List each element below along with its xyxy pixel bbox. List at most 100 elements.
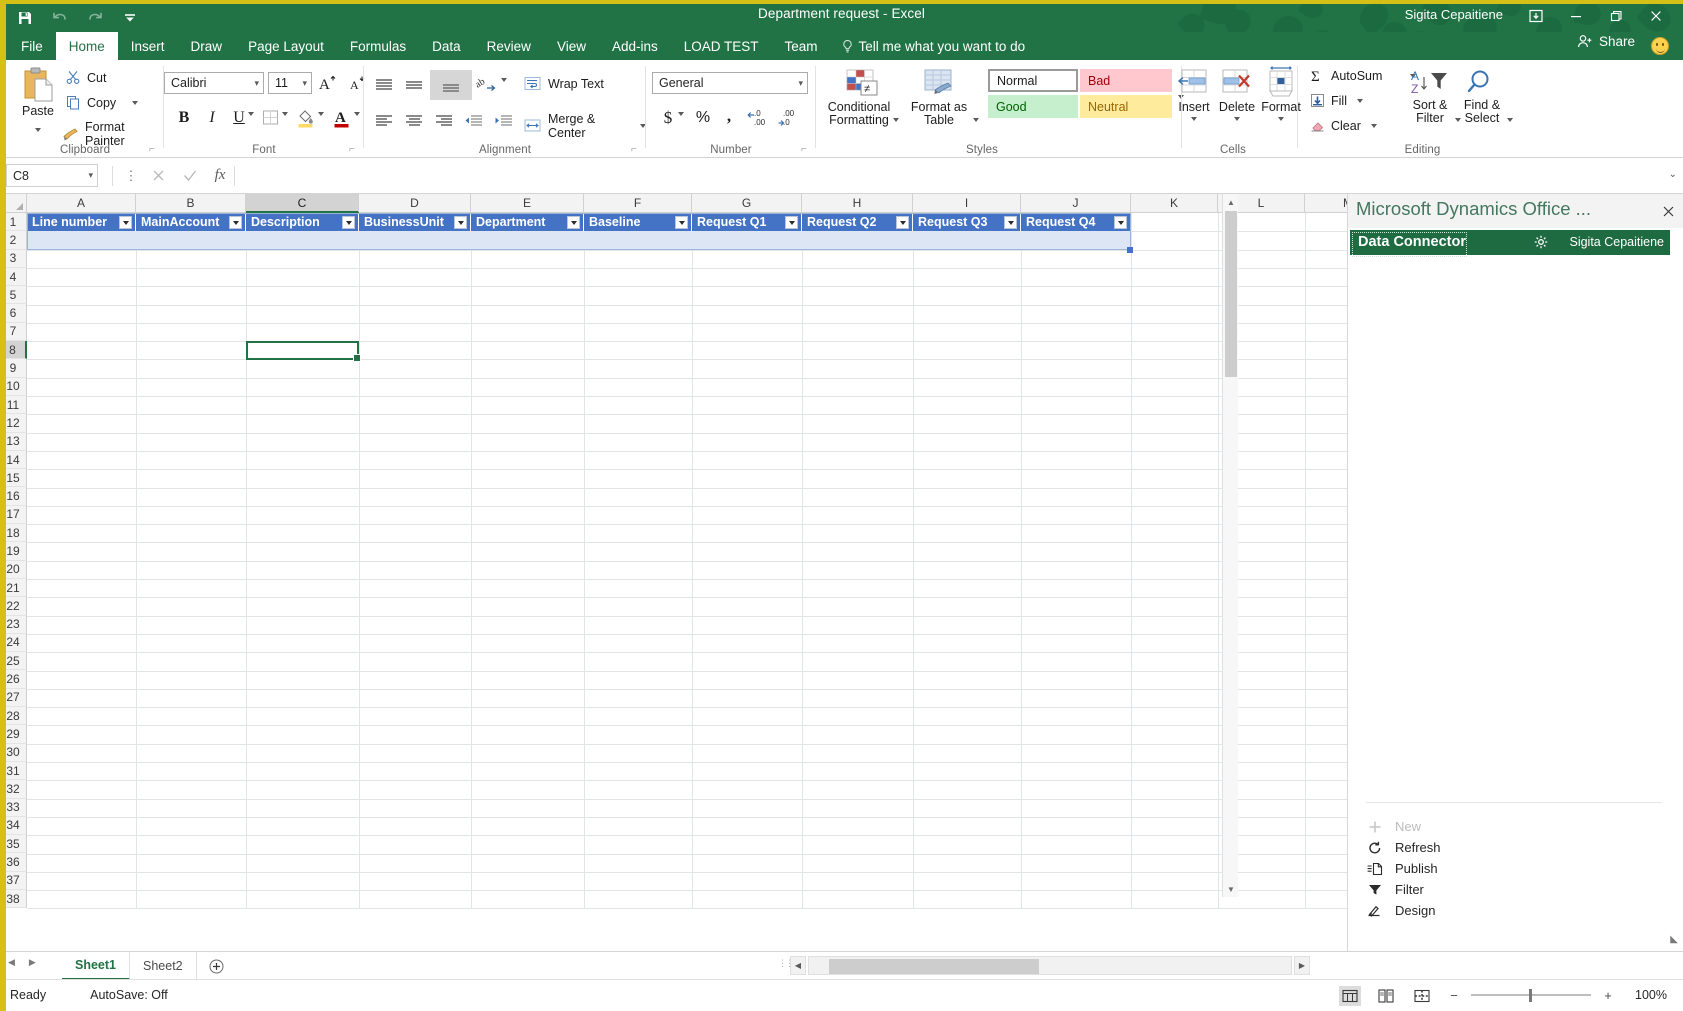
- alignment-dialog-launcher[interactable]: ⌐: [631, 144, 642, 155]
- format-cells-button[interactable]: Format: [1260, 66, 1302, 121]
- filter-dropdown-icon[interactable]: [229, 216, 242, 229]
- column-header-E[interactable]: E: [471, 194, 584, 213]
- delete-cells-button[interactable]: Delete: [1216, 68, 1258, 121]
- gear-icon[interactable]: [1534, 235, 1548, 252]
- italic-button[interactable]: I: [200, 106, 224, 130]
- name-box[interactable]: C8 ▾: [6, 164, 98, 187]
- align-top-button[interactable]: [372, 74, 396, 96]
- find-select-dropdown-icon[interactable]: [1507, 118, 1513, 122]
- filter-dropdown-icon[interactable]: [454, 216, 467, 229]
- align-center-button[interactable]: [402, 110, 426, 132]
- delete-dropdown-icon[interactable]: [1234, 117, 1240, 121]
- filter-action[interactable]: Filter: [1366, 879, 1666, 900]
- expand-formula-bar-icon[interactable]: ⌄: [1669, 169, 1677, 180]
- new-action[interactable]: New: [1366, 816, 1666, 837]
- tab-load-test[interactable]: LOAD TEST: [671, 32, 772, 60]
- autosum-button[interactable]: Σ AutoSum: [1310, 68, 1417, 83]
- table-resize-handle[interactable]: [1127, 246, 1133, 253]
- split-grip[interactable]: ⋮⋮: [778, 958, 794, 974]
- copy-dropdown-icon[interactable]: [132, 100, 139, 105]
- style-neutral[interactable]: Neutral: [1080, 95, 1172, 118]
- align-bottom-button[interactable]: [430, 70, 472, 100]
- format-as-table-dropdown-icon[interactable]: [973, 118, 979, 122]
- tab-file[interactable]: File: [8, 32, 56, 60]
- font-size-input[interactable]: 11 ▾: [268, 72, 312, 94]
- publish-action[interactable]: Publish: [1366, 858, 1666, 879]
- increase-font-size-button[interactable]: A: [316, 71, 340, 95]
- tab-data[interactable]: Data: [419, 32, 474, 60]
- page-layout-view-icon[interactable]: [1375, 986, 1397, 1006]
- font-name-dropdown-icon[interactable]: ▾: [254, 78, 259, 89]
- column-header-A[interactable]: A: [27, 194, 136, 213]
- cut-button[interactable]: Cut: [66, 70, 106, 85]
- style-good[interactable]: Good: [988, 95, 1078, 118]
- horizontal-scroll-track[interactable]: [808, 956, 1292, 975]
- column-header-J[interactable]: J: [1021, 194, 1131, 213]
- sort-filter-button[interactable]: A Z Sort & Filter: [1406, 68, 1454, 125]
- vertical-scrollbar[interactable]: ▲ ▼: [1222, 194, 1238, 897]
- tab-home[interactable]: Home: [55, 32, 118, 60]
- refresh-action[interactable]: Refresh: [1366, 837, 1666, 858]
- filter-dropdown-icon[interactable]: [567, 216, 580, 229]
- scroll-up-icon[interactable]: ▲: [1223, 194, 1239, 210]
- share-button[interactable]: Share: [1577, 34, 1635, 49]
- underline-dropdown-icon[interactable]: [248, 112, 254, 116]
- number-format-dropdown-icon[interactable]: ▾: [798, 78, 803, 89]
- font-size-dropdown-icon[interactable]: ▾: [302, 78, 307, 89]
- align-right-button[interactable]: [432, 110, 456, 132]
- percent-format-button[interactable]: %: [692, 106, 714, 130]
- paste-button[interactable]: Paste: [14, 65, 62, 135]
- fill-color-button[interactable]: [294, 106, 318, 130]
- fill-button[interactable]: Fill: [1310, 93, 1363, 108]
- feedback-smiley-icon[interactable]: [1651, 37, 1669, 55]
- close-icon[interactable]: [1637, 2, 1675, 30]
- filter-dropdown-icon[interactable]: [1004, 216, 1017, 229]
- style-normal[interactable]: Normal: [988, 69, 1078, 92]
- wrap-text-button[interactable]: Wrap Text: [524, 76, 604, 92]
- format-dropdown-icon[interactable]: [1278, 117, 1284, 121]
- clear-dropdown-icon[interactable]: [1370, 123, 1377, 128]
- minimize-icon[interactable]: [1557, 2, 1595, 30]
- horizontal-scroll-thumb[interactable]: [829, 959, 1039, 974]
- restore-icon[interactable]: [1597, 2, 1635, 30]
- horizontal-scrollbar[interactable]: ◀ ▶: [790, 956, 1310, 975]
- page-break-view-icon[interactable]: [1411, 986, 1433, 1006]
- tab-formulas[interactable]: Formulas: [337, 32, 419, 60]
- formula-input[interactable]: [236, 164, 1656, 187]
- style-bad[interactable]: Bad: [1080, 69, 1172, 92]
- table-body-row[interactable]: [27, 231, 1131, 250]
- font-name-input[interactable]: Calibri ▾: [164, 72, 264, 94]
- conditional-formatting-button[interactable]: ≠ Conditional Formatting: [826, 68, 892, 127]
- tab-add-ins[interactable]: Add-ins: [599, 32, 671, 60]
- scroll-down-icon[interactable]: ▼: [1223, 881, 1239, 897]
- filter-dropdown-icon[interactable]: [896, 216, 909, 229]
- font-color-button[interactable]: A: [330, 106, 354, 130]
- active-cell[interactable]: [246, 341, 361, 363]
- zoom-in-button[interactable]: +: [1601, 986, 1615, 1004]
- underline-button[interactable]: U: [228, 106, 250, 130]
- decrease-indent-button[interactable]: [462, 110, 486, 132]
- last-sheet-icon[interactable]: ▶: [29, 957, 36, 968]
- scroll-right-icon[interactable]: ▶: [1294, 956, 1310, 975]
- filter-dropdown-icon[interactable]: [675, 216, 688, 229]
- paste-dropdown-icon[interactable]: [35, 128, 41, 132]
- copy-button[interactable]: Copy: [66, 95, 139, 110]
- zoom-out-button[interactable]: −: [1447, 986, 1461, 1004]
- align-middle-button[interactable]: [402, 74, 426, 96]
- tab-review[interactable]: Review: [474, 32, 544, 60]
- scroll-left-icon[interactable]: ◀: [790, 956, 806, 975]
- increase-indent-button[interactable]: [492, 110, 516, 132]
- vertical-scroll-thumb[interactable]: [1225, 211, 1237, 377]
- first-sheet-icon[interactable]: ◀: [8, 957, 15, 968]
- column-header-C[interactable]: C: [246, 194, 359, 213]
- filter-dropdown-icon[interactable]: [342, 216, 355, 229]
- tab-view[interactable]: View: [544, 32, 599, 60]
- accounting-format-button[interactable]: $: [658, 106, 678, 130]
- borders-dropdown-icon[interactable]: [282, 112, 288, 116]
- tab-draw[interactable]: Draw: [178, 32, 236, 60]
- design-action[interactable]: Design: [1366, 900, 1666, 921]
- number-format-select[interactable]: General ▾: [652, 72, 808, 94]
- conditional-formatting-dropdown-icon[interactable]: [893, 118, 899, 122]
- align-left-button[interactable]: [372, 110, 396, 132]
- filter-dropdown-icon[interactable]: [785, 216, 798, 229]
